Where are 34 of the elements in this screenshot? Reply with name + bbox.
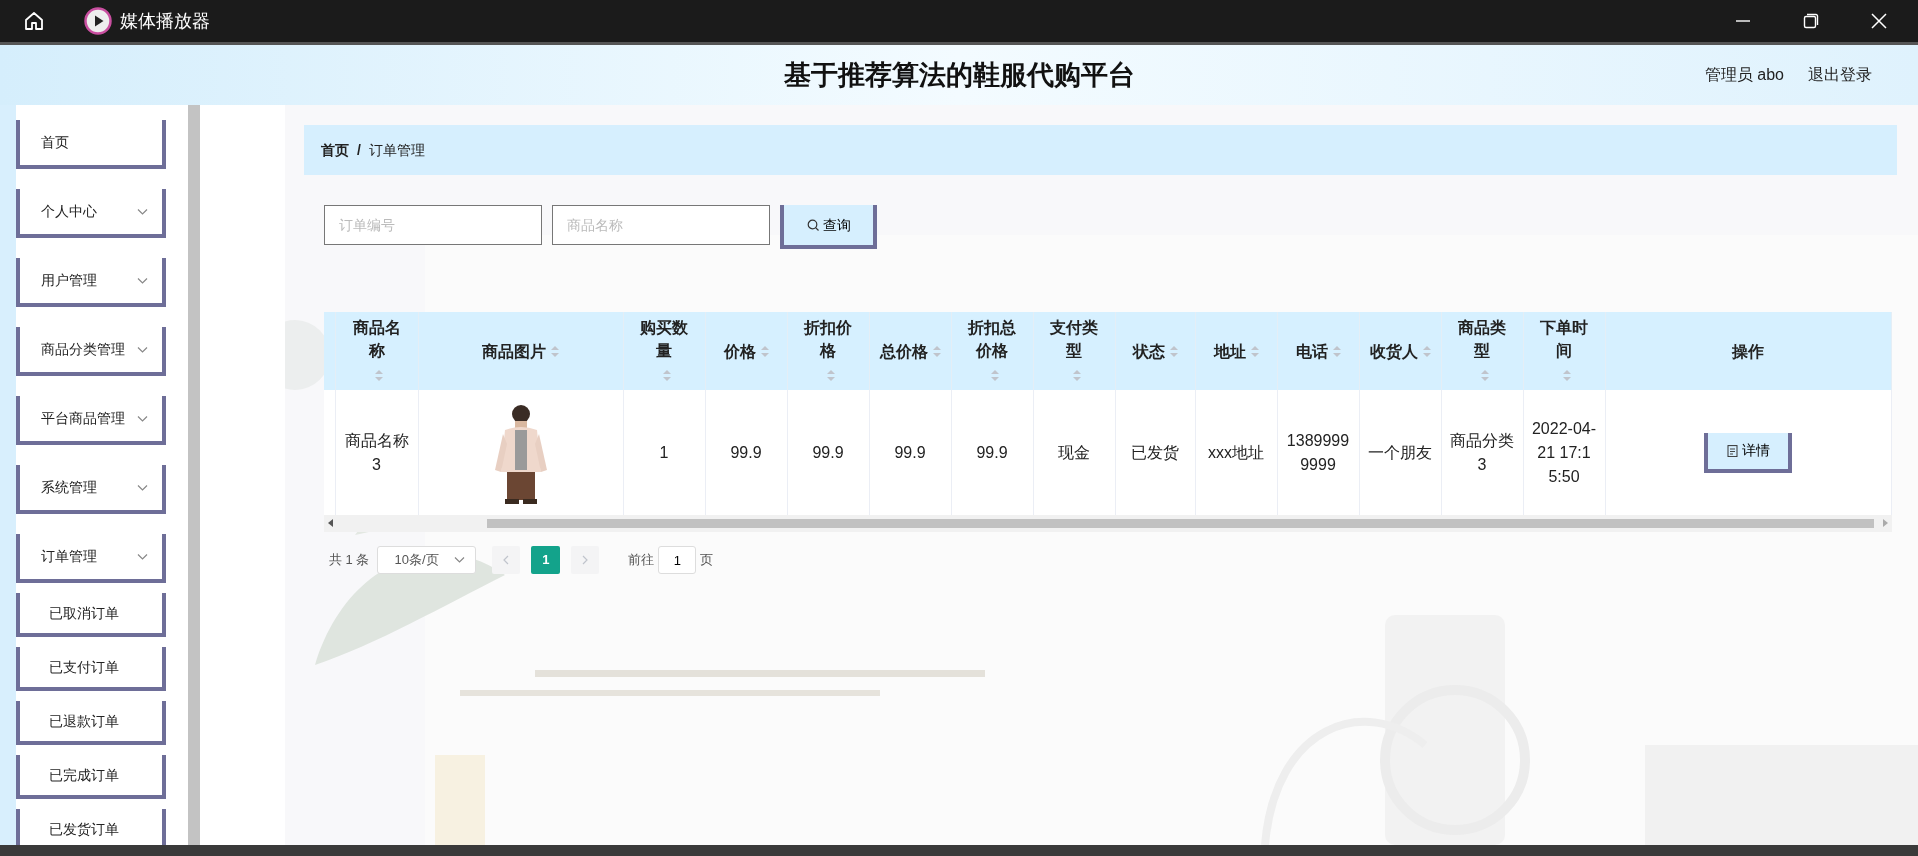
submenu-item[interactable]: 已完成订单 xyxy=(16,755,166,799)
submenu-item[interactable]: 已退款订单 xyxy=(16,701,166,745)
chevron-down-icon xyxy=(137,345,148,354)
logout-link[interactable]: 退出登录 xyxy=(1808,63,1872,87)
submenu-item[interactable]: 已支付订单 xyxy=(16,647,166,691)
menu-label: 商品分类管理 xyxy=(41,340,125,359)
menu-item[interactable]: 个人中心 xyxy=(16,189,166,238)
chevron-down-icon xyxy=(137,552,148,561)
menu-label: 首页 xyxy=(41,133,69,152)
home-icon[interactable] xyxy=(23,10,45,32)
menu-item[interactable]: 用户管理 xyxy=(16,258,166,307)
user-label: 管理员 abo xyxy=(1704,65,1784,85)
menu-label: 用户管理 xyxy=(41,271,97,290)
site-title: 基于推荐算法的鞋服代购平台 xyxy=(783,59,1135,90)
menu-label: 订单管理 xyxy=(41,547,97,566)
menu-item[interactable]: 系统管理 xyxy=(16,465,166,514)
menu-label: 系统管理 xyxy=(41,478,97,497)
menu-item[interactable]: 订单管理 xyxy=(16,534,166,583)
play-icon xyxy=(84,7,112,35)
maximize-icon[interactable] xyxy=(1802,12,1820,30)
menu-label: 个人中心 xyxy=(41,202,97,221)
submenu-item[interactable]: 已取消订单 xyxy=(16,593,166,637)
chevron-down-icon xyxy=(137,483,148,492)
vertical-scrollbar[interactable] xyxy=(188,105,200,845)
submenu-item[interactable]: 已发货订单 xyxy=(16,809,166,845)
close-icon[interactable] xyxy=(1870,12,1888,30)
chevron-down-icon xyxy=(137,414,148,423)
menu-item[interactable]: 首页 xyxy=(16,120,166,169)
menu-label: 平台商品管理 xyxy=(41,409,125,428)
window-title: 媒体播放器 xyxy=(120,9,210,33)
chevron-down-icon xyxy=(137,276,148,285)
menu-item[interactable]: 平台商品管理 xyxy=(16,396,166,445)
menu-item[interactable]: 商品分类管理 xyxy=(16,327,166,376)
chevron-down-icon xyxy=(137,207,148,216)
